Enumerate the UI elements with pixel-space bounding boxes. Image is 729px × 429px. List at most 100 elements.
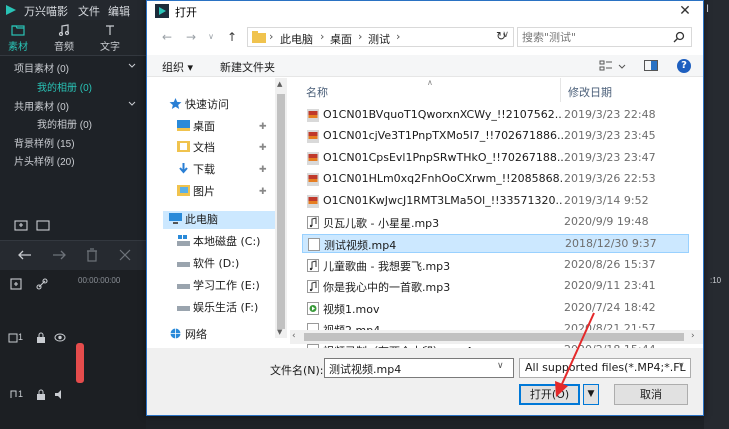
file-row[interactable]: 测试视频.mp4 2018/12/30 9:37 bbox=[302, 234, 689, 254]
scissors-icon[interactable] bbox=[118, 248, 132, 262]
scroll-thumb[interactable] bbox=[304, 333, 684, 341]
help-icon[interactable]: ? bbox=[677, 59, 691, 73]
library-item-project[interactable]: 项目素材 (0) bbox=[14, 60, 69, 75]
forward-arrow-icon[interactable]: → bbox=[183, 28, 199, 46]
timeline-ruler[interactable]: 00:00:00:00 bbox=[76, 270, 146, 290]
view-options-icon[interactable] bbox=[599, 59, 627, 73]
folder-icon[interactable] bbox=[36, 219, 50, 231]
file-horizontal-scrollbar[interactable]: ‹ › bbox=[290, 330, 703, 344]
file-row[interactable]: 视频1.mov 2020/7/24 18:42 bbox=[302, 299, 689, 318]
chevron-down-icon[interactable] bbox=[128, 100, 136, 108]
lock-icon[interactable] bbox=[36, 332, 46, 343]
recent-dropdown-icon[interactable]: ∨ bbox=[203, 28, 219, 46]
eye-icon[interactable] bbox=[54, 333, 66, 342]
cancel-button[interactable]: 取消 bbox=[614, 384, 688, 405]
file-row[interactable]: 贝瓦儿歌 - 小星星.mp3 2020/9/9 19:48 bbox=[302, 213, 689, 232]
pin-icon[interactable]: ✚ bbox=[259, 165, 267, 175]
add-folder-icon[interactable] bbox=[14, 219, 28, 231]
library-item-shared-album[interactable]: 我的相册 (0) bbox=[37, 116, 92, 131]
file-row[interactable]: O1CN01CpsEvl1PnpSRwTHkO_!!70267188... 201… bbox=[302, 149, 689, 168]
chevron-down-icon[interactable] bbox=[128, 62, 136, 70]
library-item-shared[interactable]: 共用素材 (0) bbox=[14, 98, 69, 113]
nav-network[interactable]: 网络 bbox=[169, 326, 207, 344]
nav-downloads[interactable]: 下载 bbox=[177, 161, 215, 179]
scroll-left-icon[interactable]: ‹ bbox=[292, 331, 296, 341]
lock-icon[interactable] bbox=[36, 389, 46, 400]
close-icon[interactable]: ✕ bbox=[667, 1, 703, 21]
up-arrow-icon[interactable]: ↑ bbox=[224, 28, 240, 46]
video-track-icon bbox=[8, 333, 18, 343]
tab-audio[interactable]: 音频 bbox=[46, 24, 82, 53]
scroll-down-icon[interactable]: ▼ bbox=[277, 328, 282, 336]
add-track-icon[interactable] bbox=[10, 278, 22, 290]
open-button[interactable]: 打开(O) bbox=[519, 384, 580, 405]
pin-icon[interactable]: ✚ bbox=[259, 143, 267, 153]
open-options-dropdown[interactable]: ▼ bbox=[583, 384, 599, 405]
breadcrumb-desktop[interactable]: 桌面 bbox=[330, 31, 352, 47]
breadcrumb-this-pc[interactable]: 此电脑 bbox=[280, 31, 313, 47]
breadcrumb-separator-icon[interactable]: › bbox=[358, 30, 362, 43]
menu-file[interactable]: 文件 bbox=[78, 3, 100, 19]
scroll-thumb[interactable] bbox=[277, 94, 285, 329]
breadcrumb-separator-icon[interactable]: › bbox=[396, 30, 400, 43]
column-header-name[interactable]: 名称 bbox=[306, 84, 328, 100]
file-row[interactable]: O1CN01BVquoT1QworxnXCWy_!!2107562... 2019… bbox=[302, 106, 689, 125]
nav-scrollbar[interactable]: ▲ ▼ bbox=[275, 78, 287, 338]
link-icon[interactable] bbox=[36, 278, 48, 290]
scroll-up-icon[interactable]: ▲ bbox=[277, 80, 282, 88]
tab-media[interactable]: 素材 bbox=[0, 24, 36, 53]
search-icon[interactable] bbox=[673, 31, 685, 43]
refresh-icon[interactable]: ↻ bbox=[491, 27, 511, 47]
nav-desktop[interactable]: 桌面 bbox=[177, 118, 215, 136]
back-arrow-icon[interactable]: ← bbox=[159, 28, 175, 46]
pin-icon[interactable]: ✚ bbox=[259, 122, 267, 132]
redo-icon[interactable] bbox=[52, 249, 66, 261]
speaker-icon[interactable] bbox=[54, 389, 66, 400]
nav-drive-e[interactable]: 学习工作 (E:) bbox=[177, 277, 260, 295]
file-row[interactable]: 儿童歌曲 - 我想要飞.mp3 2020/8/26 15:37 bbox=[302, 256, 689, 275]
file-name: O1CN01HLm0xq2FnhOoCXrwm_!!2085868... bbox=[323, 172, 563, 186]
filetype-select[interactable]: All supported files(*.MP4;*.FL bbox=[519, 358, 691, 378]
media-tabs: 素材 音频 文字 bbox=[0, 20, 146, 56]
file-row[interactable]: O1CN01HLm0xq2FnhOoCXrwm_!!2085868... 2019… bbox=[302, 170, 689, 189]
organize-menu[interactable]: 组织 ▾ bbox=[162, 59, 193, 75]
address-bar[interactable]: › 此电脑 › 桌面 › 测试 › ∨ bbox=[247, 27, 514, 47]
nav-documents[interactable]: 文档 bbox=[177, 139, 215, 157]
preview-pane-icon[interactable] bbox=[644, 60, 658, 71]
file-date: 2019/3/26 22:53 bbox=[564, 172, 656, 186]
file-row[interactable]: 你是我心中的一首歌.mp3 2020/9/11 23:41 bbox=[302, 277, 689, 296]
file-row[interactable]: O1CN01KwJwcJ1RMT3LMa5Ol_!!33571320... 201… bbox=[302, 192, 689, 211]
library-item-intros[interactable]: 片头样例 (20) bbox=[14, 153, 75, 168]
column-divider[interactable] bbox=[560, 78, 561, 102]
search-input[interactable] bbox=[522, 30, 662, 45]
tab-text[interactable]: 文字 bbox=[92, 24, 128, 53]
chevron-down-icon[interactable]: ∨ bbox=[678, 361, 685, 371]
breadcrumb-separator-icon[interactable]: › bbox=[320, 30, 324, 43]
music-note-icon bbox=[10, 390, 17, 398]
filename-input[interactable]: 测试视频.mp4 bbox=[324, 358, 514, 378]
timecode: 00:00:00:00 bbox=[78, 276, 121, 285]
nav-drive-d[interactable]: 软件 (D:) bbox=[177, 255, 239, 273]
trash-icon[interactable] bbox=[86, 248, 98, 262]
nav-this-pc[interactable]: 此电脑 bbox=[163, 211, 275, 229]
column-header-date[interactable]: 修改日期 bbox=[568, 84, 612, 100]
file-date: 2019/3/14 9:52 bbox=[564, 193, 649, 207]
nav-pictures[interactable]: 图片 bbox=[177, 183, 215, 201]
breadcrumb-test[interactable]: 测试 bbox=[368, 31, 390, 47]
chevron-down-icon[interactable]: ∨ bbox=[497, 361, 504, 371]
scroll-right-icon[interactable]: › bbox=[691, 331, 695, 341]
library-item-my-album[interactable]: 我的相册 (0) bbox=[37, 79, 92, 94]
file-row[interactable]: O1CN01cjVe3T1PnpTXMo5l7_!!702671886... 20… bbox=[302, 127, 689, 146]
nav-quick-access[interactable]: 快速访问 bbox=[169, 96, 229, 114]
new-folder-button[interactable]: 新建文件夹 bbox=[220, 59, 275, 75]
nav-drive-f[interactable]: 娱乐生活 (F:) bbox=[177, 299, 258, 317]
pin-icon[interactable]: ✚ bbox=[259, 187, 267, 197]
undo-icon[interactable] bbox=[18, 249, 32, 261]
nav-drive-c[interactable]: 本地磁盘 (C:) bbox=[177, 233, 260, 251]
playhead-handle[interactable] bbox=[76, 343, 84, 383]
search-box[interactable] bbox=[517, 27, 692, 47]
file-date: 2020/7/24 18:42 bbox=[564, 300, 656, 314]
menu-edit[interactable]: 编辑 bbox=[108, 3, 130, 19]
breadcrumb-separator-icon[interactable]: › bbox=[269, 30, 273, 43]
library-item-backgrounds[interactable]: 背景样例 (15) bbox=[14, 135, 75, 150]
